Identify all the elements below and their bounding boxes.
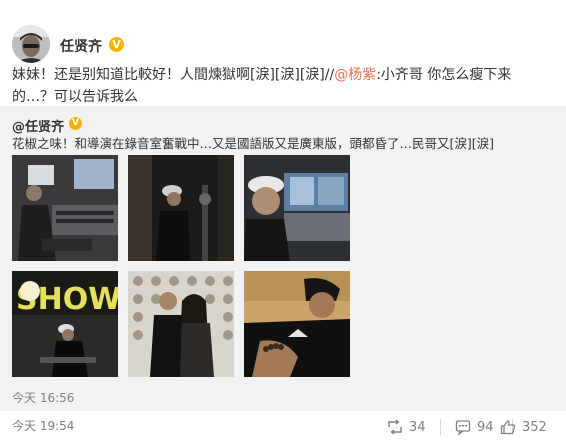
- divider: [440, 419, 441, 435]
- original-text: 花椒之味！和導演在錄音室奮戰中…又是國語版又是廣東版，頭都昏了…民哥又[淚][淚…: [12, 136, 495, 151]
- original-author[interactable]: @任贤齐: [12, 116, 64, 135]
- verified-badge-small-icon: V: [69, 117, 82, 130]
- thumbs-up-icon: [500, 419, 516, 435]
- post-text: 妹妹！还是别知道比較好！人間煉獄啊[淚][淚][淚]//@杨紫:小齐哥 你怎么瘦…: [12, 64, 552, 108]
- photo-6[interactable]: [244, 271, 350, 377]
- comment-icon: [455, 419, 471, 435]
- comment-button[interactable]: 94: [455, 418, 494, 436]
- photo-5[interactable]: [128, 271, 234, 377]
- photo-4[interactable]: SHOW: [12, 271, 118, 377]
- avatar[interactable]: [12, 25, 50, 63]
- username[interactable]: 任贤齐: [60, 36, 102, 56]
- comment-count: 94: [477, 419, 494, 435]
- original-timestamp[interactable]: 今天 16:56: [12, 389, 74, 406]
- photo-2[interactable]: [128, 155, 234, 261]
- post-timestamp[interactable]: 今天 19:54: [12, 417, 74, 434]
- post-text-part1: 妹妹！还是别知道比較好！人間煉獄啊[淚][淚][淚]//: [12, 67, 335, 83]
- repost-button[interactable]: 34: [387, 418, 426, 436]
- photo-1[interactable]: [12, 155, 118, 261]
- photo-3[interactable]: [244, 155, 350, 261]
- like-count: 352: [522, 419, 547, 435]
- repost-count: 34: [409, 419, 426, 435]
- mention-link[interactable]: @杨紫: [334, 67, 376, 83]
- repost-icon: [387, 419, 403, 435]
- verified-badge-icon: V: [109, 37, 124, 52]
- like-button[interactable]: 352: [500, 418, 547, 436]
